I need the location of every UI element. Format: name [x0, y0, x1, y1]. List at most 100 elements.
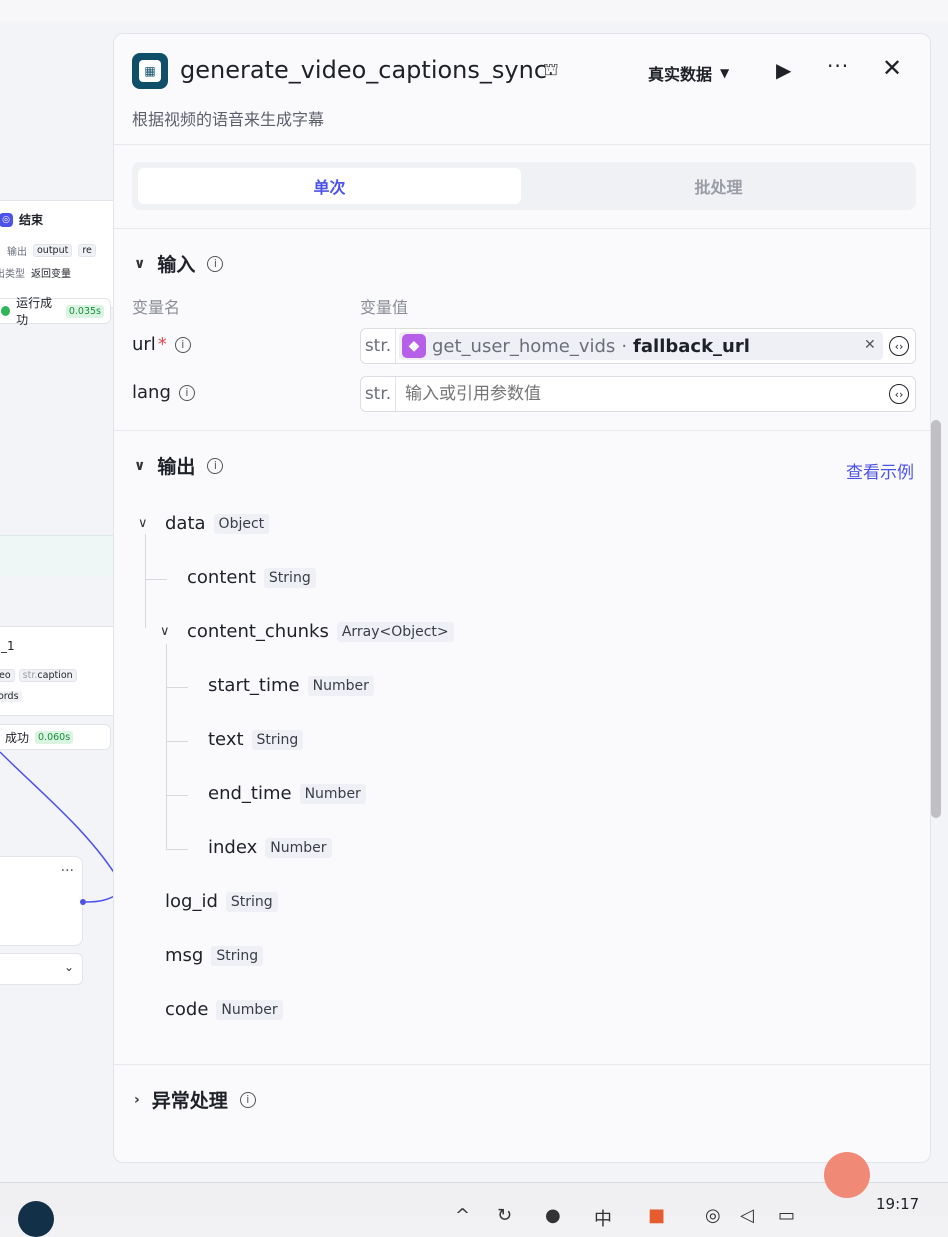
field-type-badge: Object [213, 513, 270, 534]
html-app-icon[interactable]: ■ [648, 1205, 665, 1226]
chevron-down-icon[interactable]: ∨ [134, 458, 145, 474]
field-type-badge: Number [216, 999, 283, 1020]
plugin-app-icon: ▦ [132, 53, 168, 89]
app-tray-icon[interactable]: ● [545, 1205, 561, 1226]
tree-line [166, 687, 188, 688]
field-type-badge: String [251, 729, 304, 750]
cube-icon: ◆ [402, 334, 426, 358]
run-mode-tabs: 单次 批处理 [132, 162, 916, 210]
chevron-down-icon[interactable]: ∨ [160, 624, 170, 639]
panel-header: ▦ generate_video_captions_sync ⛫ 真实数据 ▼ … [114, 34, 930, 145]
input-section-title: 输入 [157, 254, 196, 276]
output-section-title: 输出 [157, 456, 196, 478]
ref-separator: · [621, 335, 628, 357]
field-name: msg [165, 945, 204, 966]
field-name: data [165, 513, 206, 534]
output-field-index: index Number [208, 837, 332, 858]
info-icon[interactable]: i [239, 1091, 256, 1108]
battery-icon[interactable]: ▭ [778, 1205, 795, 1226]
chevron-right-icon[interactable]: › [134, 1092, 140, 1108]
chevron-down-icon[interactable]: ∨ [138, 516, 148, 531]
field-name: end_time [208, 783, 292, 804]
field-name: start_time [208, 675, 300, 696]
top-bar [0, 0, 948, 23]
tray-chevron-icon[interactable]: ^ [455, 1205, 470, 1226]
output-section-header[interactable]: ∨ 输出 i [134, 452, 224, 479]
node-detail-panel: ▦ generate_video_captions_sync ⛫ 真实数据 ▼ … [113, 33, 931, 1163]
var-label-url: url * i [132, 334, 191, 355]
var-name-url: url [132, 334, 156, 355]
lang-value-field[interactable]: str. ‹› [360, 376, 916, 412]
input-section-header[interactable]: ∨ 输入 i [134, 250, 224, 277]
ime-icon[interactable]: 中 [594, 1205, 612, 1231]
tree-line [145, 579, 167, 580]
field-name: content_chunks [187, 621, 329, 642]
refresh-icon[interactable]: ↻ [497, 1205, 512, 1226]
field-type-badge: String [211, 945, 264, 966]
var-value-column-header: 变量值 [360, 298, 409, 317]
output-field-start-time: start_time Number [208, 675, 374, 696]
clock[interactable]: 19:17 [876, 1195, 919, 1213]
tree-line [166, 644, 167, 850]
more-options-icon[interactable]: ··· [827, 54, 849, 78]
ref-field-name: fallback_url [633, 335, 750, 357]
field-name: code [165, 999, 209, 1020]
data-mode-select[interactable]: 真实数据 ▼ [648, 61, 729, 85]
tree-line [145, 534, 146, 628]
field-name: index [208, 837, 258, 858]
reference-chip[interactable]: ◆ get_user_home_vids · fallback_url [399, 332, 883, 360]
info-icon[interactable]: i [207, 457, 224, 474]
lang-input[interactable] [405, 384, 865, 404]
info-icon[interactable]: i [207, 255, 224, 272]
caret-down-icon: ▼ [720, 66, 730, 80]
output-field-log-id: log_id String [165, 891, 278, 912]
tree-line [166, 741, 188, 742]
type-tag-str: str. [361, 377, 396, 411]
plugin-store-icon[interactable]: ⛫ [543, 60, 559, 82]
node-select[interactable]: ⌄ [0, 953, 83, 985]
info-icon[interactable]: i [178, 384, 195, 401]
film-icon: ▦ [139, 60, 161, 82]
see-example-link[interactable]: 查看示例 [846, 458, 914, 483]
divider [114, 228, 930, 229]
chevron-down-icon[interactable]: ∨ [134, 256, 145, 272]
node-more-icon[interactable]: ··· [61, 863, 74, 879]
output-field-text: text String [208, 729, 304, 750]
exception-section-header[interactable]: › 异常处理 i [134, 1086, 256, 1113]
info-icon[interactable]: i [174, 336, 191, 353]
workflow-node-bottom[interactable]: ··· [0, 856, 83, 946]
variable-reference-icon[interactable]: ‹› [889, 384, 909, 404]
run-button[interactable]: ▶ [776, 58, 791, 82]
variable-reference-icon[interactable]: ‹› [889, 336, 909, 356]
node-port[interactable] [80, 899, 86, 905]
chevron-down-icon: ⌄ [63, 960, 74, 974]
tree-line [166, 849, 188, 850]
panel-title: generate_video_captions_sync [180, 56, 548, 84]
var-name-lang: lang [132, 382, 171, 403]
taskbar: ^ ↻ ● 中 ■ ◎ ◁ ▭ 19:17 [0, 1182, 948, 1237]
output-field-end-time: end_time Number [208, 783, 366, 804]
field-name: content [187, 567, 256, 588]
field-type-badge: Number [307, 675, 374, 696]
ref-plugin-name: get_user_home_vids [432, 335, 616, 357]
tab-single[interactable]: 单次 [138, 168, 521, 204]
start-button-icon[interactable] [18, 1201, 54, 1237]
output-field-data: data Object [165, 513, 270, 534]
field-name: text [208, 729, 244, 750]
panel-subtitle: 根据视频的语音来生成字幕 [132, 110, 325, 129]
assistant-avatar-icon[interactable] [824, 1152, 870, 1198]
close-icon[interactable]: ✕ [882, 54, 902, 82]
tree-line [166, 795, 188, 796]
field-type-badge: Number [299, 783, 366, 804]
output-field-msg: msg String [165, 945, 264, 966]
output-field-code: code Number [165, 999, 283, 1020]
field-type-badge: Array<Object> [336, 621, 454, 642]
tab-batch[interactable]: 批处理 [527, 168, 910, 204]
var-label-lang: lang i [132, 382, 195, 403]
volume-icon[interactable]: ◁ [740, 1205, 754, 1226]
url-value-field[interactable]: str. ◆ get_user_home_vids · fallback_url… [360, 328, 916, 364]
network-icon[interactable]: ◎ [705, 1205, 721, 1226]
remove-reference-icon[interactable]: ✕ [864, 337, 876, 353]
vertical-scrollbar[interactable] [931, 420, 941, 818]
field-type-badge: Number [265, 837, 332, 858]
